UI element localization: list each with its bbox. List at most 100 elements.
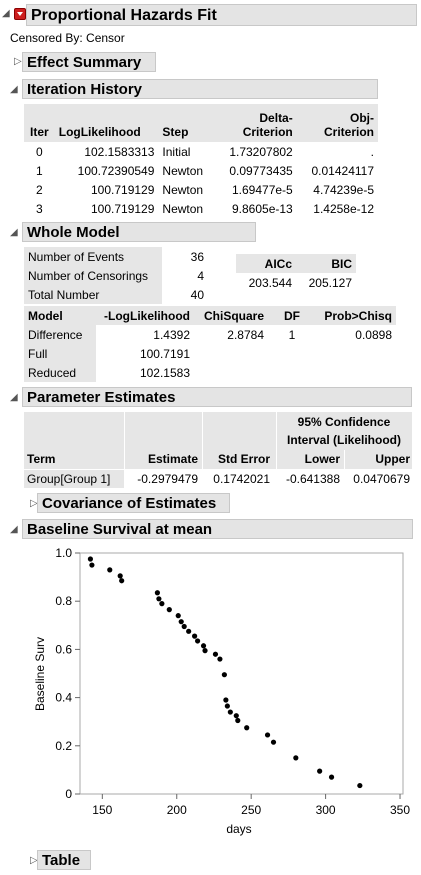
data-point[interactable]	[223, 697, 229, 703]
y-axis-label: Baseline Surv	[33, 637, 47, 711]
cell: 100.7191	[139, 346, 190, 361]
y-tick-label: 0	[65, 787, 72, 801]
row-label: Number of Events	[24, 247, 162, 266]
data-point[interactable]	[221, 672, 227, 678]
cell: 100.719129	[91, 182, 155, 197]
table-row: Number of Censorings 4	[24, 266, 208, 285]
data-point[interactable]	[178, 619, 184, 625]
x-axis-label: days	[226, 822, 251, 836]
cell	[194, 363, 268, 382]
effect-summary-header[interactable]: Effect Summary	[22, 52, 156, 72]
ci-header-line: Interval (Likelihood)	[286, 433, 401, 447]
data-point[interactable]	[217, 656, 223, 662]
col-header-estimate: Estimate	[147, 452, 198, 466]
table-section-header[interactable]: Table	[37, 850, 91, 870]
collapse-triangle-icon[interactable]: ◢	[10, 392, 18, 404]
data-point[interactable]	[154, 590, 161, 596]
baseline-survival-header[interactable]: Baseline Survival at mean	[22, 519, 413, 539]
data-point[interactable]	[235, 717, 241, 724]
data-point[interactable]	[107, 567, 113, 573]
data-point[interactable]	[357, 782, 363, 789]
cell: 9.8605e-13	[232, 201, 293, 216]
data-point[interactable]	[317, 768, 323, 774]
x-tick-label: 250	[241, 803, 261, 817]
cell: 1.4258e-12	[313, 201, 374, 216]
col-header-bic: BIC	[331, 256, 352, 271]
cell	[268, 363, 316, 382]
iteration-history-header[interactable]: Iteration History	[22, 79, 378, 99]
table-header-row: Iter LogLikelihood Step Delta- Criterion…	[24, 104, 378, 142]
data-point[interactable]	[87, 556, 94, 562]
data-point[interactable]	[119, 578, 125, 584]
col-header-term: Term	[27, 452, 56, 466]
header-line: Obj-	[350, 111, 374, 125]
parameter-estimates-header[interactable]: Parameter Estimates	[22, 387, 412, 407]
table-row: 0 102.1583313 Initial 1.73207802 .	[24, 142, 378, 161]
data-point[interactable]	[244, 725, 250, 731]
table-row: 203.544 205.127	[236, 273, 356, 292]
whole-model-header[interactable]: Whole Model	[22, 222, 256, 242]
information-criteria-table: AICc BIC 203.544 205.127	[236, 254, 356, 292]
collapse-triangle-icon[interactable]: ◢	[2, 8, 10, 20]
data-point[interactable]	[224, 703, 230, 709]
data-point[interactable]	[293, 755, 299, 761]
y-tick-label: 0.4	[55, 691, 72, 705]
col-header-loglikelihood: LogLikelihood	[58, 125, 141, 139]
col-header-lower: Lower	[304, 452, 340, 466]
cell: -0.641388	[285, 472, 340, 486]
red-triangle-menu-icon[interactable]	[14, 8, 26, 20]
confidence-interval-header: 95% Confidence Interval (Likelihood)	[276, 413, 412, 449]
cell: 0.0470679	[353, 472, 410, 486]
y-tick-label: 1.0	[55, 546, 72, 560]
cell: 203.544	[248, 275, 292, 290]
data-point[interactable]	[89, 562, 95, 568]
cell	[316, 363, 396, 382]
data-point[interactable]	[181, 623, 187, 630]
data-point[interactable]	[270, 739, 277, 745]
cell: 0	[36, 144, 43, 159]
collapse-triangle-icon[interactable]: ◢	[10, 524, 18, 536]
col-header-upper: Upper	[375, 452, 410, 466]
cell: 0.01424117	[311, 163, 374, 178]
row-label: Group[Group 1]	[24, 470, 124, 488]
x-tick-label: 150	[92, 803, 112, 817]
table-row: Full 100.7191	[24, 344, 396, 363]
data-point[interactable]	[175, 613, 181, 619]
collapse-triangle-icon[interactable]: ◢	[10, 227, 18, 239]
data-point[interactable]	[159, 601, 165, 607]
col-header-obj-criterion: Obj- Criterion	[297, 104, 378, 142]
cell: 1.4392	[153, 327, 190, 342]
cell: 100.719129	[91, 201, 155, 216]
cell: 2.8784	[227, 327, 264, 342]
model-test-table: Model -LogLikelihood ChiSquare DF Prob>C…	[24, 306, 396, 382]
data-point[interactable]	[328, 774, 335, 780]
data-point[interactable]	[194, 638, 201, 644]
table-row: Number of Events 36	[24, 247, 208, 266]
data-point[interactable]	[117, 573, 123, 579]
collapse-triangle-icon[interactable]: ◢	[10, 84, 18, 96]
data-point[interactable]	[264, 732, 271, 738]
header-line: Delta-	[259, 111, 293, 125]
data-point[interactable]	[166, 607, 172, 613]
data-point[interactable]	[156, 596, 162, 602]
cell: 1.69477e-5	[232, 182, 293, 197]
data-point[interactable]	[192, 633, 198, 639]
baseline-survival-chart: 0 0.2 0.4 0.6 0.8 1.0 150 200 250 300 350 days Ba…	[33, 546, 410, 836]
data-point[interactable]	[186, 628, 192, 634]
expand-triangle-icon[interactable]: ▷	[14, 56, 22, 68]
x-tick-label: 200	[167, 803, 187, 817]
data-point[interactable]	[200, 643, 207, 649]
data-point[interactable]	[212, 651, 219, 657]
iteration-history-table: Iter LogLikelihood Step Delta- Criterion…	[24, 104, 378, 218]
col-header-df: DF	[284, 308, 300, 323]
col-header-prob-chisq: Prob>Chisq	[324, 308, 392, 323]
covariance-header[interactable]: Covariance of Estimates	[37, 493, 230, 513]
data-point[interactable]	[227, 709, 233, 715]
data-point[interactable]	[233, 713, 239, 719]
row-label: Full	[24, 344, 96, 363]
table-row: Difference 1.4392 2.8784 1 0.0898	[24, 325, 396, 344]
cell: Newton	[162, 163, 204, 178]
row-label: Difference	[24, 325, 96, 344]
data-point[interactable]	[202, 648, 208, 654]
table-row: Reduced 102.1583	[24, 363, 396, 382]
